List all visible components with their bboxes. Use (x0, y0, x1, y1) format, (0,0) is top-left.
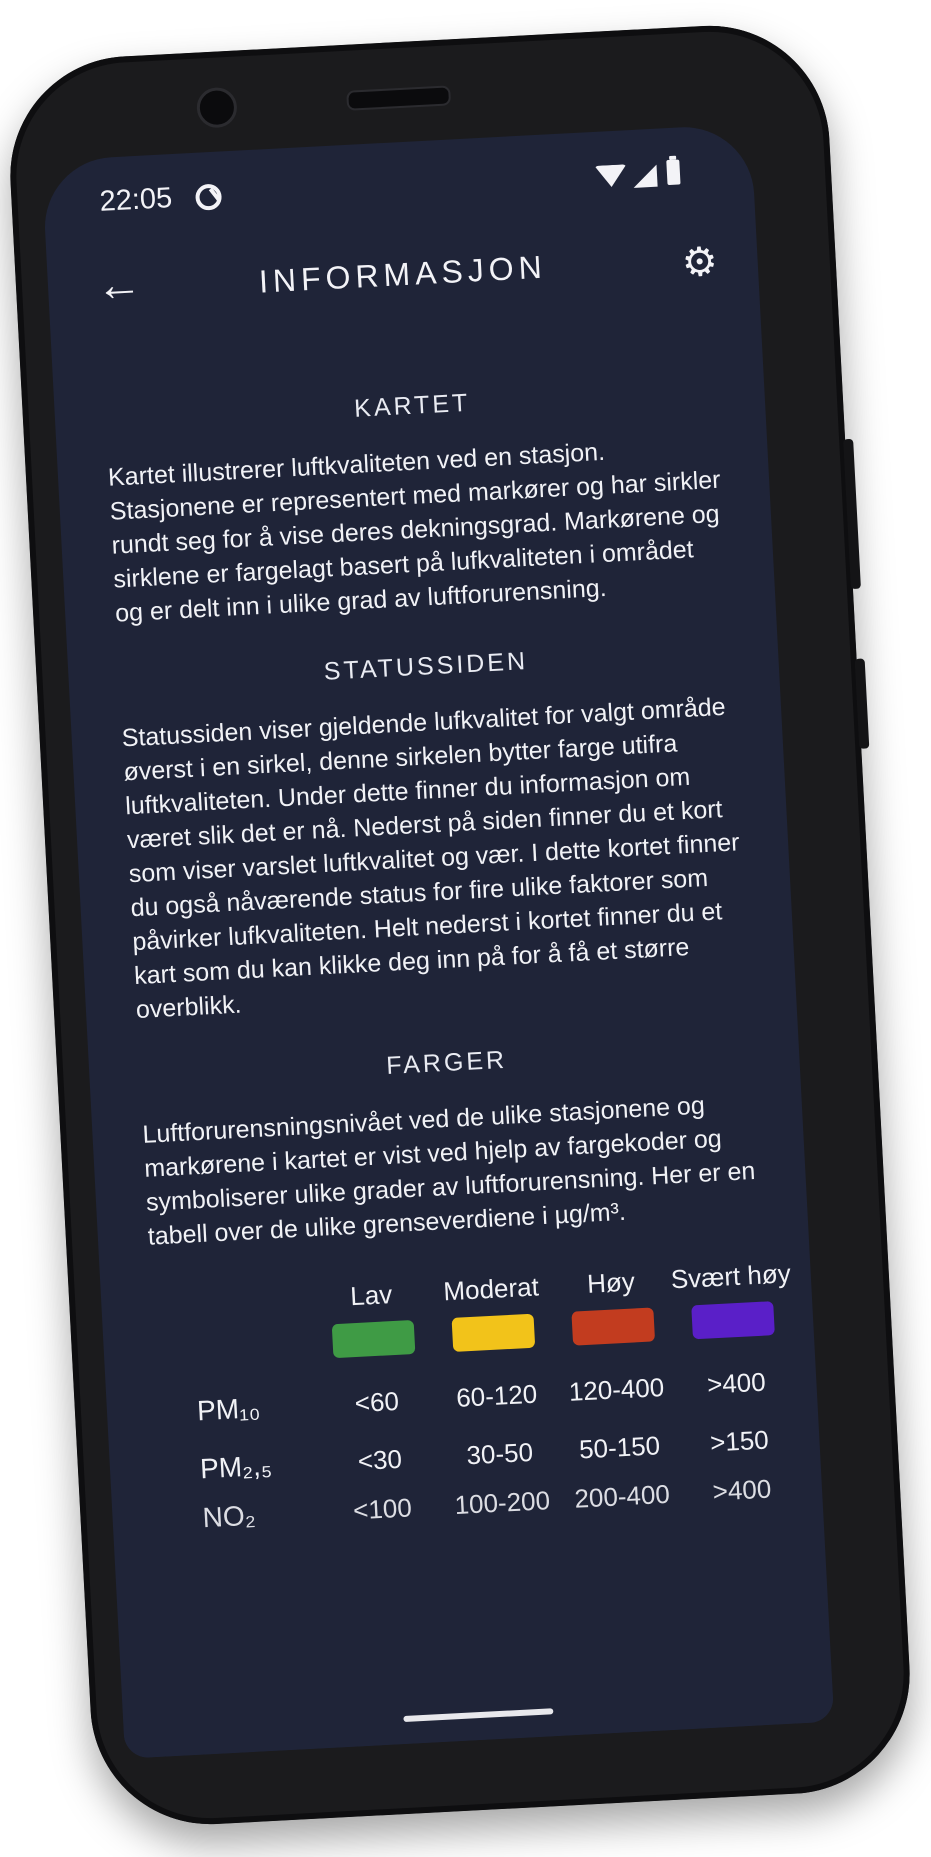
table-cell: >400 (706, 1366, 767, 1400)
table-cell: 120-400 (568, 1371, 665, 1407)
app-screen: 22:05 ← INFORMASJON ⚙ KARTET Kartet illu… (41, 123, 835, 1759)
level-header-moderat: Moderat (442, 1271, 540, 1307)
table-cell: <100 (352, 1491, 413, 1525)
swatch-cell (433, 1312, 555, 1359)
row-label-no2: NO₂ (201, 1499, 257, 1534)
table-cell: >400 (711, 1473, 772, 1507)
table-cell: <30 (357, 1443, 403, 1476)
section-title-statussiden: STATUSSIDEN (323, 647, 529, 686)
level-header-hoy: Høy (586, 1266, 636, 1299)
wifi-icon (594, 164, 628, 188)
table-cell: >150 (709, 1424, 770, 1458)
section-body-kartet: Kartet illustrerer luftkvaliteten ved en… (107, 437, 722, 628)
table-cell: 50-150 (578, 1429, 661, 1464)
table-cell: <60 (354, 1385, 400, 1418)
swatch-lav (331, 1319, 416, 1358)
phone-frame: 22:05 ← INFORMASJON ⚙ KARTET Kartet illu… (4, 19, 916, 1831)
status-clock: 22:05 (98, 182, 173, 218)
table-cell: 60-120 (455, 1378, 538, 1413)
level-header-lav: Lav (349, 1279, 393, 1312)
row-label-pm25: PM₂,₅ (199, 1449, 273, 1485)
system-icons (594, 159, 705, 196)
swatch-hoy (571, 1306, 656, 1346)
swatch-svaert-hoy (691, 1300, 775, 1339)
info-content: KARTET Kartet illustrerer luftkvaliteten… (104, 376, 791, 1541)
page-title: INFORMASJON (258, 248, 548, 300)
row-label-pm10: PM₁₀ (196, 1392, 261, 1427)
pollution-levels-table: Lav Moderat Høy Svært høy PM₁₀ <60 60-12… (191, 1258, 803, 1538)
gear-icon[interactable]: ⚙ (681, 240, 719, 286)
swatch-cell (672, 1300, 794, 1347)
level-header-svaert-hoy: Svært høy (670, 1258, 792, 1295)
battery-icon (666, 159, 681, 186)
signal-icon (632, 164, 658, 188)
section-title-farger: FARGER (385, 1045, 508, 1081)
table-cell: 30-50 (465, 1436, 534, 1470)
table-cell: 200-400 (573, 1478, 671, 1514)
table-cell: 100-200 (453, 1484, 551, 1520)
section-body-statussiden: Statussiden viser gjeldende lufkvalitet … (121, 692, 741, 1025)
swatch-row-label (194, 1345, 314, 1351)
sync-icon (194, 183, 223, 211)
swatch-cell (313, 1318, 435, 1365)
swatch-cell (552, 1306, 674, 1353)
section-body-farger: Luftforurensningsnivået ved de ulike sta… (141, 1091, 757, 1251)
table-corner (192, 1299, 312, 1305)
swatch-moderat (451, 1313, 536, 1352)
section-title-kartet: KARTET (353, 388, 471, 423)
